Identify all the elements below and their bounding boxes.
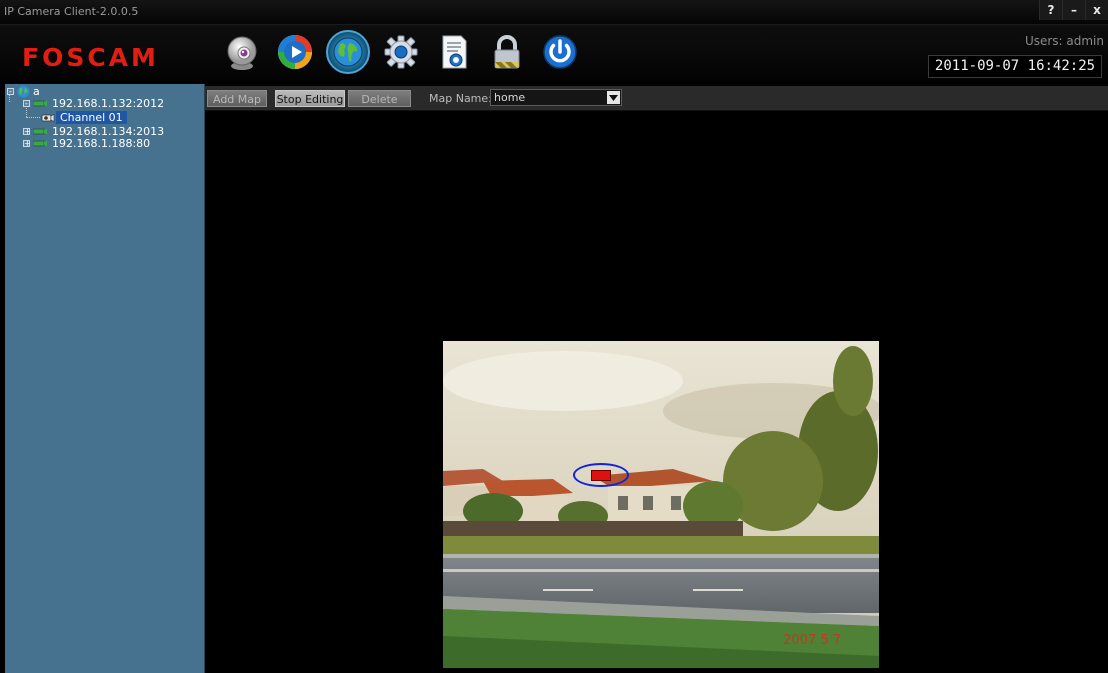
app-header: FOSCAM Users: admin 2011-09-07 16:42:25 xyxy=(0,25,1108,81)
chevron-down-icon[interactable] xyxy=(607,91,620,104)
emap-toolbar: Add Map Stop Editing Delete Map Map Name… xyxy=(205,86,1108,123)
add-map-button[interactable]: Add Map xyxy=(207,90,267,107)
tree-device-label: 192.168.1.188:80 xyxy=(52,137,151,150)
emap-canvas[interactable]: 2007 5 7 xyxy=(205,111,1108,673)
datetime-display: 2011-09-07 16:42:25 xyxy=(928,55,1102,78)
tree-device-label: 192.168.1.132:2012 xyxy=(52,97,165,110)
window-title: IP Camera Client-2.0.0.5 xyxy=(4,5,139,18)
webcam-icon xyxy=(227,36,257,70)
tree-channel-node[interactable]: Channel 01 xyxy=(41,111,127,124)
map-photo: 2007 5 7 xyxy=(443,341,879,668)
tree-device-node[interactable]: + 192.168.1.188:80 xyxy=(23,137,150,150)
window-controls: ? – x xyxy=(1039,0,1108,20)
lock-button[interactable] xyxy=(485,30,529,74)
map-camera-marker[interactable] xyxy=(573,463,629,487)
tree-connector xyxy=(26,117,40,118)
photo-date-stamp: 2007 5 7 xyxy=(783,633,841,648)
log-document-icon xyxy=(442,35,467,69)
minimize-button[interactable]: – xyxy=(1062,0,1085,20)
live-video-button[interactable] xyxy=(220,30,264,74)
ip-camera-device-icon xyxy=(33,140,47,146)
map-name-select[interactable]: home xyxy=(490,89,622,106)
tree-channel-label: Channel 01 xyxy=(56,111,127,124)
settings-button[interactable] xyxy=(379,30,423,74)
playback-icon xyxy=(278,35,312,69)
lock-icon xyxy=(494,35,520,69)
tree-device-node[interactable]: - 192.168.1.132:2012 xyxy=(23,97,164,110)
channel-camera-icon xyxy=(41,113,55,122)
expand-toggle[interactable]: + xyxy=(23,128,31,136)
playback-button[interactable] xyxy=(273,30,317,74)
current-user-label: Users: admin xyxy=(1024,34,1104,48)
map-name-value: home xyxy=(494,91,526,104)
close-button[interactable]: x xyxy=(1085,0,1108,20)
title-bar[interactable]: IP Camera Client-2.0.0.5 ? – x xyxy=(0,0,1108,25)
log-button[interactable] xyxy=(432,30,476,74)
power-button[interactable] xyxy=(538,30,582,74)
map-name-label: Map Name: xyxy=(429,92,492,105)
camera-marker-icon[interactable] xyxy=(591,470,611,481)
emap-globe-icon xyxy=(333,37,363,67)
collapse-toggle[interactable]: - xyxy=(7,88,14,96)
settings-gear-icon xyxy=(384,35,418,69)
device-tree-panel: - a - 192.168.1.132:2012 Channel 01 + 19… xyxy=(5,84,205,673)
delete-map-button[interactable]: Delete Map xyxy=(348,90,411,123)
help-button[interactable]: ? xyxy=(1039,0,1062,20)
ip-camera-device-icon xyxy=(33,100,47,106)
ip-camera-client-window: IP Camera Client-2.0.0.5 ? – x FOSCAM Us… xyxy=(0,0,1108,673)
main-toolbar xyxy=(220,30,582,74)
collapse-toggle[interactable]: - xyxy=(23,100,30,108)
expand-toggle[interactable]: + xyxy=(23,140,31,148)
ip-camera-device-icon xyxy=(33,128,47,134)
stop-editing-button[interactable]: Stop Editing xyxy=(275,90,345,107)
foscam-logo: FOSCAM xyxy=(22,43,159,72)
emap-button[interactable] xyxy=(326,30,370,74)
power-icon xyxy=(543,35,577,69)
landscape-photo xyxy=(443,341,879,668)
